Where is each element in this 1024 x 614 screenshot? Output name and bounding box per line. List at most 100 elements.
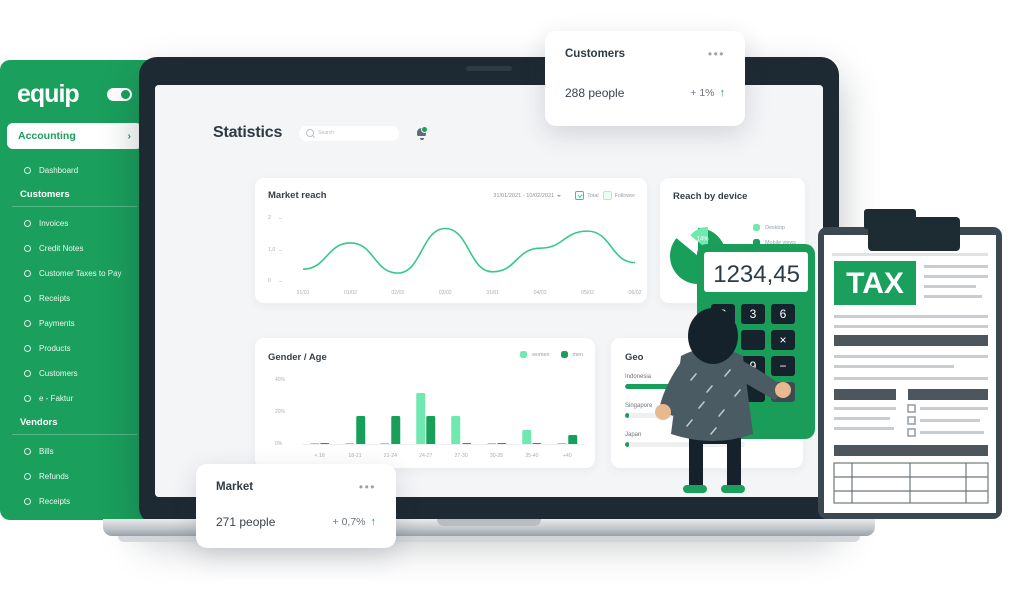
bar-men xyxy=(355,416,365,444)
market-card-value: 271 people xyxy=(216,515,276,529)
customers-card-body: 288 people + 1% ↑ xyxy=(545,86,745,100)
sidebar-item-payments[interactable]: Payments xyxy=(0,311,149,336)
legend-item-follower[interactable]: Follower xyxy=(602,191,635,200)
checkbox-icon[interactable] xyxy=(575,191,585,200)
bar-women xyxy=(522,429,532,444)
geo-country: Japan xyxy=(625,432,642,438)
market-reach-card: Market reach 31/01/2021 - 10/02/2021 Tot… xyxy=(255,178,647,303)
bullet-icon xyxy=(24,270,31,277)
y-axis-tick xyxy=(279,218,282,219)
notification-badge xyxy=(421,126,429,133)
customers-stat-card[interactable]: Customers ••• 288 people + 1% ↑ xyxy=(545,31,745,126)
bullet-icon xyxy=(24,220,31,227)
bullet-icon xyxy=(24,498,31,505)
x-axis-tick-label: 21-24 xyxy=(383,453,398,459)
y-axis-tick xyxy=(279,249,282,251)
x-axis-tick-label: +40 xyxy=(562,453,572,459)
y-axis-tick-label: 2 xyxy=(268,215,271,221)
date-range-selector[interactable]: 31/01/2021 - 10/02/2021 xyxy=(493,193,562,199)
sidebar-item-label: e - Faktur xyxy=(39,394,74,403)
bullet-icon xyxy=(24,245,31,252)
y-axis-tick-label: 1,0 xyxy=(268,246,276,253)
bar-men xyxy=(426,415,436,444)
search-placeholder: Search xyxy=(318,130,334,136)
sidebar-item-label: Credit Notes xyxy=(39,244,84,253)
sidebar-item-products[interactable]: Products xyxy=(0,336,149,361)
calculator-display: 1234,45 xyxy=(713,261,800,288)
checkbox-icon[interactable] xyxy=(602,191,612,200)
geo-title: Geo xyxy=(625,352,644,363)
legend-item-total[interactable]: Total xyxy=(575,191,599,200)
x-axis-tick-label: 03/02 xyxy=(438,290,452,296)
calculator-key-−: − xyxy=(779,359,786,373)
bullet-icon xyxy=(24,345,31,352)
market-reach-controls: 31/01/2021 - 10/02/2021 Total Follower xyxy=(493,191,635,200)
tax-label: TAX xyxy=(846,267,904,300)
x-axis-tick-label: 24-27 xyxy=(419,453,433,459)
sidebar-item-customer-taxes-to-pay[interactable]: Customer Taxes to Pay xyxy=(0,261,149,286)
search-icon xyxy=(306,129,315,137)
legend-item-women[interactable]: women xyxy=(520,351,550,358)
customers-card-menu-icon[interactable]: ••• xyxy=(708,48,725,60)
market-reach-legend: Total Follower xyxy=(575,191,635,200)
x-axis-tick-label: 30-35 xyxy=(489,453,504,459)
sidebar-collapse-toggle[interactable] xyxy=(107,88,132,101)
sidebar-section-title: Customers xyxy=(20,189,70,200)
bar-men xyxy=(568,435,578,444)
market-stat-card[interactable]: Market ••• 271 people + 0,7% ↑ xyxy=(196,464,396,548)
bar-group xyxy=(380,415,401,444)
x-axis-tick-label: 18-21 xyxy=(348,453,362,459)
y-axis-tick-label: 0 xyxy=(268,278,271,284)
x-axis-tick-label: 31/01 xyxy=(296,290,310,296)
page-title: Statistics xyxy=(213,124,283,141)
x-axis-tick-label: < 18 xyxy=(314,453,325,459)
reach-by-device-title: Reach by device xyxy=(673,191,748,202)
sidebar-item-receipts[interactable]: Receipts xyxy=(0,286,149,311)
geo-country: Indonesia xyxy=(625,374,652,380)
market-card-title: Market xyxy=(216,481,254,493)
sidebar: equip Accounting › Dashboard Customers In… xyxy=(0,60,149,520)
sidebar-item-label: Bills xyxy=(39,447,54,456)
market-reach-plot xyxy=(303,218,635,281)
customers-card-header: Customers ••• xyxy=(545,31,745,60)
bullet-icon xyxy=(24,320,31,327)
arrow-up-icon: ↑ xyxy=(370,516,377,528)
bell-clapper xyxy=(419,138,424,140)
market-card-menu-icon[interactable]: ••• xyxy=(359,481,376,493)
calculator-key-×: × xyxy=(779,333,786,347)
bullet-icon xyxy=(24,167,31,174)
sidebar-item-label: Payments xyxy=(39,319,75,328)
gender-age-card: Gender / Age women men 0% 20% 40% < 18 18-21 2… xyxy=(255,338,595,468)
sidebar-item-receipts[interactable]: Receipts xyxy=(0,489,149,514)
chevron-right-icon: › xyxy=(127,130,132,142)
market-reach-line xyxy=(303,218,635,281)
divider xyxy=(12,206,137,207)
search-input[interactable]: Search xyxy=(299,125,400,141)
geo-bar-fill xyxy=(625,413,629,418)
customers-card-value: 288 people xyxy=(565,86,625,100)
sidebar-item-e-faktur[interactable]: e - Faktur xyxy=(0,386,149,411)
market-card-header: Market ••• xyxy=(196,464,396,493)
bell-icon[interactable] xyxy=(416,126,429,140)
bar-women xyxy=(451,415,461,444)
y-axis-tick-label: 40% xyxy=(275,377,286,383)
sidebar-item-invoices[interactable]: Invoices xyxy=(0,211,149,236)
sidebar-item-bills[interactable]: Bills xyxy=(0,439,149,464)
bar-group xyxy=(345,416,365,444)
sidebar-item-credit-notes[interactable]: Credit Notes xyxy=(0,236,149,261)
y-axis-tick xyxy=(279,281,282,282)
sidebar-item-refunds[interactable]: Refunds xyxy=(0,464,149,489)
sidebar-item-customers[interactable]: Customers xyxy=(0,361,149,386)
sidebar-section-title: Vendors xyxy=(20,417,58,428)
customers-card-delta: + 1% ↑ xyxy=(690,87,725,99)
legend-label: Follower xyxy=(614,192,635,199)
legend-item-men[interactable]: men xyxy=(560,351,583,358)
sidebar-item-accounting-label: Accounting xyxy=(18,130,76,142)
sidebar-item-dashboard[interactable]: Dashboard xyxy=(0,158,149,183)
sidebar-item-label: Dashboard xyxy=(39,166,79,175)
chevron-down-icon xyxy=(557,194,562,197)
bar-group xyxy=(557,435,578,444)
x-axis-tick-label: 31/01 xyxy=(486,290,500,296)
x-axis-tick-label: 35-40 xyxy=(525,453,539,459)
sidebar-item-accounting[interactable]: Accounting › xyxy=(7,123,142,149)
